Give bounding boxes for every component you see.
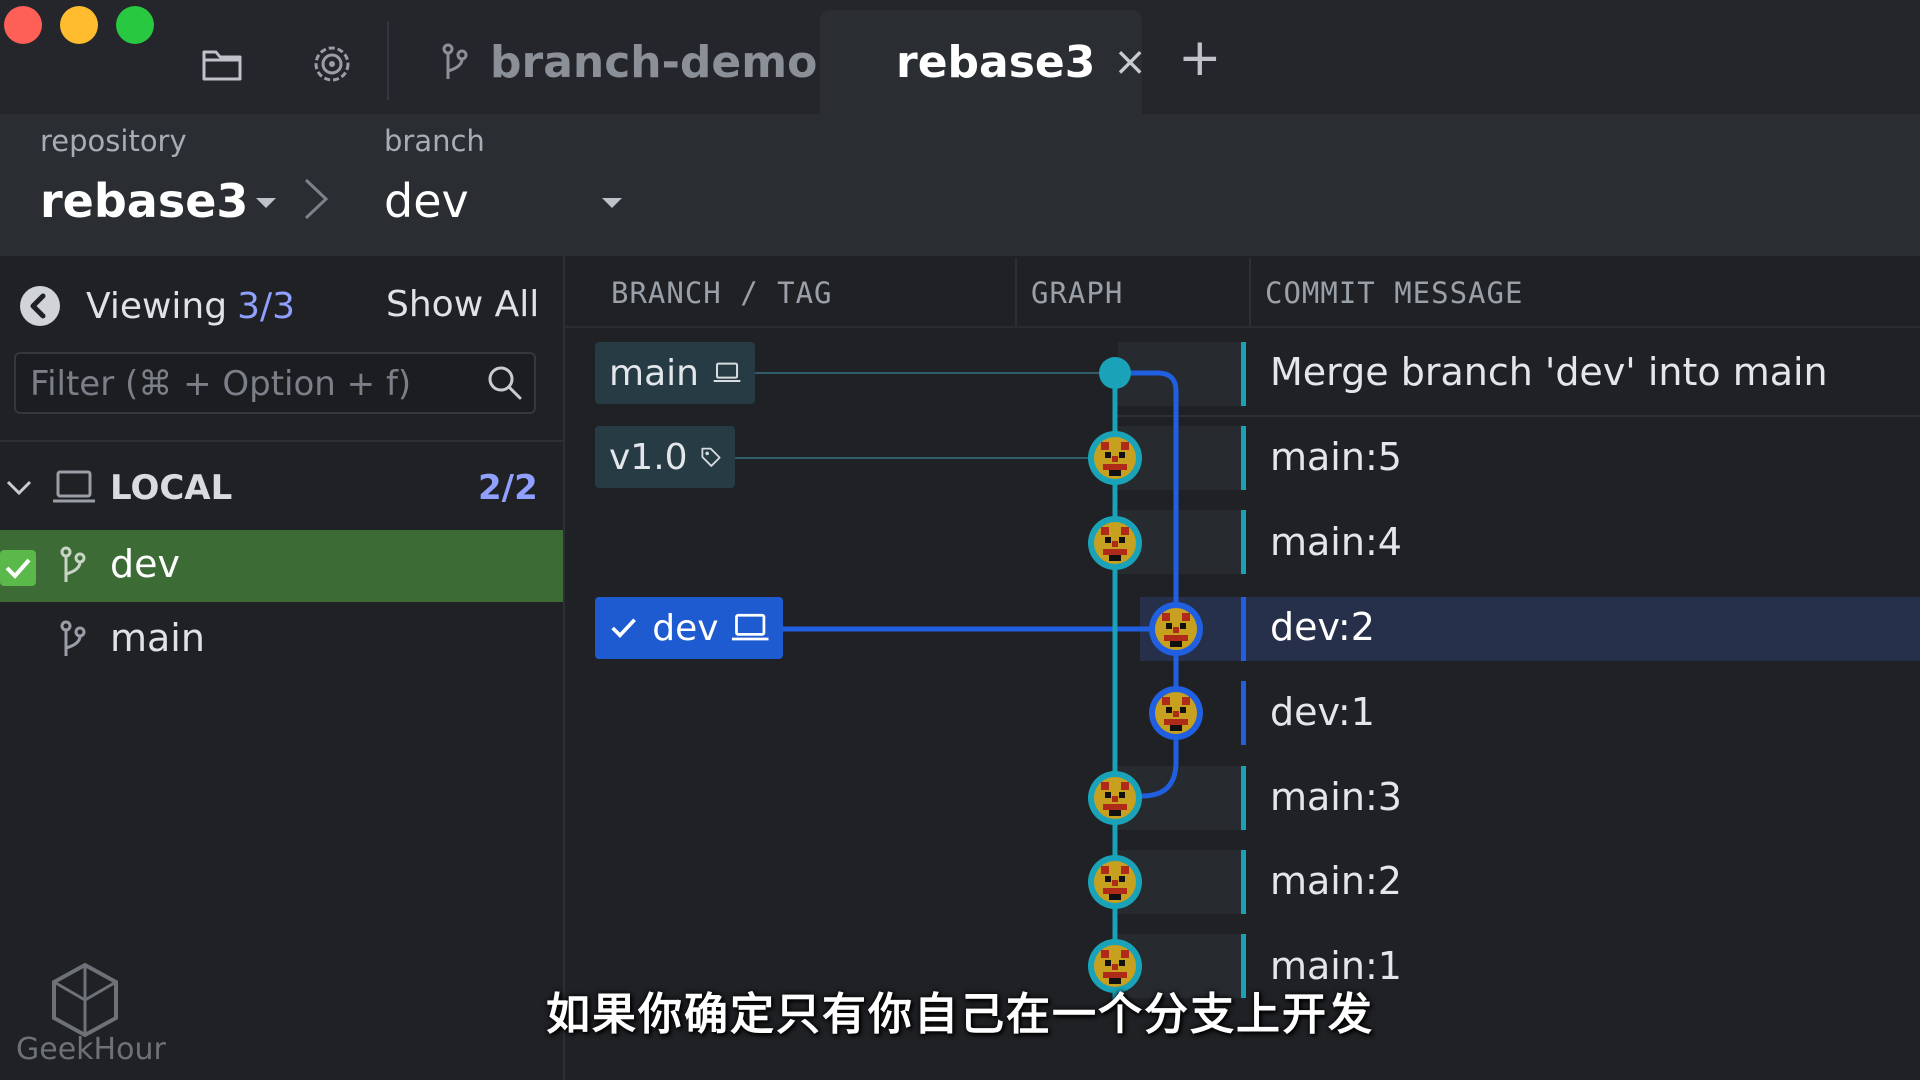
message-lane-markers (1241, 342, 1246, 998)
commit-node-main-4[interactable] (1088, 516, 1142, 570)
ref-chip-main[interactable]: main (595, 342, 755, 404)
checkmark-icon (611, 618, 636, 638)
commit-node-dev-2[interactable] (1149, 602, 1203, 656)
commit-node-main-5[interactable] (1088, 431, 1142, 485)
commit-message[interactable]: dev:1 (1270, 690, 1375, 734)
ref-label-tag: v1.0 (609, 436, 688, 478)
commit-node-main-2[interactable] (1088, 855, 1142, 909)
laptop-icon (731, 613, 769, 641)
row-shading (1118, 342, 1244, 998)
commit-message[interactable]: main:5 (1270, 435, 1402, 479)
tag-icon (701, 447, 721, 467)
commit-message[interactable]: dev:2 (1270, 605, 1375, 649)
ref-chip-dev[interactable]: dev (595, 597, 783, 659)
ref-label-main: main (609, 352, 699, 394)
video-subtitle: 如果你确定只有你自己在一个分支上开发 (546, 989, 1374, 1040)
commit-message[interactable]: main:2 (1270, 859, 1402, 903)
commit-node-dev-1[interactable] (1149, 686, 1203, 740)
ref-label-dev: dev (652, 607, 719, 649)
ref-chip-tag[interactable]: v1.0 (595, 426, 735, 488)
laptop-icon (713, 362, 741, 383)
commit-graph (735, 342, 1920, 1000)
merge-commit-node[interactable] (1099, 357, 1131, 389)
commit-message[interactable]: main:3 (1270, 775, 1402, 819)
commit-node-main-3[interactable] (1088, 771, 1142, 825)
commit-message[interactable]: main:4 (1270, 520, 1402, 564)
commit-message[interactable]: Merge branch 'dev' into main (1270, 350, 1828, 394)
